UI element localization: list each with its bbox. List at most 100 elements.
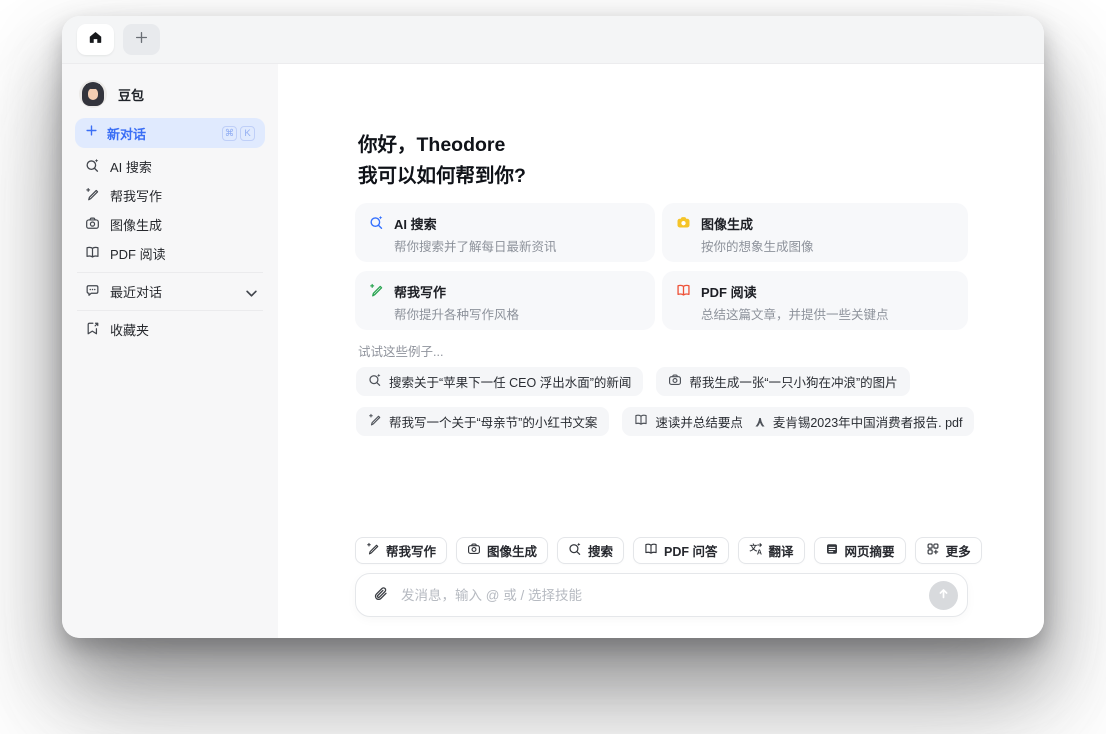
sidebar-item-ai-search[interactable]: AI 搜索 — [75, 152, 265, 181]
cmd-keycap: ⌘ — [222, 125, 237, 141]
card-desc: 总结这篇文章，并提供一些关键点 — [701, 308, 889, 322]
skill-chip-label: 翻译 — [768, 545, 794, 559]
paperclip-icon — [373, 586, 389, 605]
shortcut-badge: ⌘ K — [222, 125, 255, 141]
k-keycap: K — [240, 125, 255, 141]
message-input-box — [355, 573, 968, 617]
feature-cards: AI 搜索 帮你搜索并了解每日最新资讯 图像生成 按你的想象生成图像 帮我写作 … — [355, 203, 968, 330]
skill-chip-image[interactable]: 图像生成 — [456, 537, 549, 564]
card-desc: 按你的想象生成图像 — [701, 240, 814, 254]
chat-bubble-icon — [85, 283, 100, 301]
example-chip-write[interactable]: 帮我写一个关于“母亲节”的小红书文案 — [356, 407, 610, 436]
card-desc: 帮你搜索并了解每日最新资讯 — [394, 240, 557, 254]
card-pdf-read[interactable]: PDF 阅读 总结这篇文章，并提供一些关键点 — [662, 271, 968, 330]
skill-chip-web-summary[interactable]: 网页摘要 — [813, 537, 906, 564]
example-chip-text: 帮我生成一张“一只小狗在冲浪”的图片 — [689, 376, 898, 390]
examples-label: 试试这些例子... — [358, 345, 444, 359]
book-icon — [634, 413, 648, 430]
attachment-button[interactable] — [371, 585, 391, 605]
chevron-down-icon — [244, 286, 257, 297]
sidebar-item-label: 帮我写作 — [110, 189, 163, 204]
sidebar-item-label: 收藏夹 — [110, 323, 150, 338]
example-chip-text: 搜索关于“苹果下一任 CEO 浮出水面”的新闻 — [389, 376, 632, 390]
greeting: 你好，Theodore 我可以如何帮到你? — [358, 130, 526, 192]
translate-icon: 文A — [749, 542, 763, 559]
camera-icon — [467, 542, 481, 559]
sidebar-item-pdf[interactable]: PDF 阅读 — [75, 239, 265, 268]
skill-chip-write[interactable]: 帮我写作 — [355, 537, 448, 564]
adobe-pdf-icon — [753, 415, 766, 428]
skill-chip-search[interactable]: 搜索 — [557, 537, 625, 564]
skill-chip-label: 更多 — [945, 545, 971, 559]
skill-chip-label: 图像生成 — [487, 545, 538, 559]
sidebar: 豆包 新对话 ⌘ K AI 搜索 帮我写作 图像生成 PDF 阅读 最近对话 收… — [62, 64, 278, 638]
sidebar-item-label: PDF 阅读 — [110, 247, 166, 262]
profile-name: 豆包 — [118, 87, 145, 103]
example-chip-text: 帮我写一个关于“母亲节”的小红书文案 — [389, 416, 598, 430]
plus-icon — [85, 124, 98, 142]
svg-text:A: A — [756, 550, 761, 556]
skill-chip-more[interactable]: 更多 — [914, 537, 982, 564]
divider — [77, 310, 263, 311]
profile-row[interactable]: 豆包 — [75, 78, 265, 110]
webpage-icon — [825, 542, 839, 559]
sidebar-item-write[interactable]: 帮我写作 — [75, 181, 265, 210]
skill-chip-label: 帮我写作 — [386, 545, 437, 559]
card-title: 图像生成 — [701, 217, 754, 232]
plus-icon — [134, 30, 149, 50]
example-chip-pdf[interactable]: 速读并总结要点 麦肯锡2023年中国消费者报告. pdf — [622, 407, 975, 436]
message-input[interactable] — [401, 587, 919, 603]
arrow-up-icon — [936, 586, 951, 604]
sidebar-nav: AI 搜索 帮我写作 图像生成 PDF 阅读 — [75, 152, 265, 268]
camera-icon — [85, 216, 100, 234]
new-tab-button[interactable] — [123, 24, 160, 55]
more-grid-icon — [926, 542, 940, 559]
pen-sparkle-icon — [366, 542, 380, 559]
sidebar-item-label: 最近对话 — [110, 285, 163, 300]
tab-home[interactable] — [77, 24, 114, 55]
greeting-line1: 你好，Theodore — [358, 134, 506, 156]
example-chip-search[interactable]: 搜索关于“苹果下一任 CEO 浮出水面”的新闻 — [356, 367, 644, 396]
send-button[interactable] — [929, 580, 958, 610]
card-title: 帮我写作 — [394, 285, 447, 300]
skill-chip-translate[interactable]: 文A 翻译 — [737, 537, 805, 564]
sidebar-item-label: 图像生成 — [110, 218, 163, 233]
ai-search-icon — [85, 158, 100, 176]
sidebar-item-favorites[interactable]: 收藏夹 — [75, 315, 265, 344]
card-title: AI 搜索 — [394, 217, 437, 232]
skill-chip-pdf-qa[interactable]: PDF 问答 — [633, 537, 729, 564]
skill-chip-label: 网页摘要 — [844, 545, 895, 559]
divider — [77, 272, 263, 273]
new-chat-button[interactable]: 新对话 ⌘ K — [75, 118, 265, 148]
page-background: 豆包 新对话 ⌘ K AI 搜索 帮我写作 图像生成 PDF 阅读 最近对话 收… — [0, 0, 1106, 734]
card-image-gen[interactable]: 图像生成 按你的想象生成图像 — [662, 203, 968, 262]
book-icon — [644, 542, 658, 559]
pen-sparkle-icon — [368, 413, 382, 430]
example-chip-image[interactable]: 帮我生成一张“一只小狗在冲浪”的图片 — [656, 367, 910, 396]
skill-toolbar: 帮我写作 图像生成 搜索 PDF 问答 文 A 翻译 网页摘要 更多 — [355, 537, 982, 564]
example-chip-file: 麦肯锡2023年中国消费者报告. pdf — [772, 416, 963, 430]
skill-chip-label: 搜索 — [588, 545, 614, 559]
book-icon — [85, 245, 100, 263]
camera-icon — [676, 215, 691, 233]
sidebar-item-label: AI 搜索 — [110, 160, 152, 175]
card-write[interactable]: 帮我写作 帮你提升各种写作风格 — [355, 271, 655, 330]
ai-search-icon — [368, 373, 382, 390]
card-desc: 帮你提升各种写作风格 — [394, 308, 520, 322]
sidebar-item-image-gen[interactable]: 图像生成 — [75, 210, 265, 239]
main-area: 你好，Theodore 我可以如何帮到你? AI 搜索 帮你搜索并了解每日最新资… — [278, 64, 1044, 638]
book-icon — [676, 283, 691, 301]
pen-sparkle-icon — [369, 283, 384, 301]
example-chip-row: 帮我写一个关于“母亲节”的小红书文案 速读并总结要点 麦肯锡2023年中国消费者… — [356, 407, 975, 436]
tab-bar — [62, 16, 1044, 64]
composer-area: 帮我写作 图像生成 搜索 PDF 问答 文 A 翻译 网页摘要 更多 发消息，输… — [355, 537, 982, 617]
ai-search-icon — [369, 215, 384, 233]
skill-chip-label: PDF 问答 — [664, 545, 718, 559]
sidebar-item-recent[interactable]: 最近对话 — [75, 277, 265, 306]
avatar — [79, 80, 107, 108]
bookmark-arrow-icon — [85, 321, 100, 339]
greeting-line2: 我可以如何帮到你? — [358, 165, 526, 187]
home-icon — [88, 30, 103, 50]
card-ai-search[interactable]: AI 搜索 帮你搜索并了解每日最新资讯 — [355, 203, 655, 262]
doubao-window: 豆包 新对话 ⌘ K AI 搜索 帮我写作 图像生成 PDF 阅读 最近对话 收… — [62, 16, 1044, 638]
